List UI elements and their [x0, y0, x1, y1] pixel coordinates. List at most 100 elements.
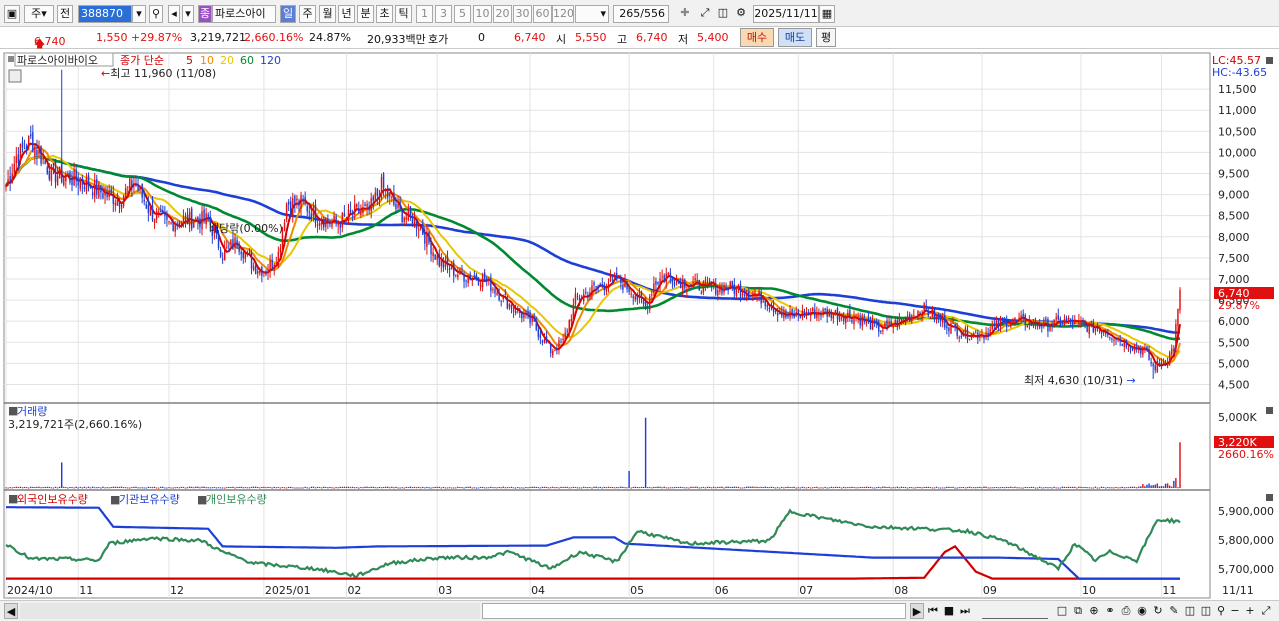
interval-week[interactable]: 주	[299, 5, 316, 23]
volume-bar	[944, 487, 946, 489]
price-chart[interactable]: 11,500 11,000 10,500 10,000 9,500 9,000 8,500 8…	[0, 49, 1279, 600]
buy-button[interactable]: 매수	[740, 28, 774, 47]
candle-body	[244, 253, 247, 259]
volume-bar	[628, 470, 630, 488]
scrollbar-track[interactable]	[20, 603, 480, 619]
minute-option-120[interactable]: 120	[552, 5, 574, 23]
candle-body	[836, 308, 839, 320]
sell-button[interactable]: 매도	[778, 28, 812, 47]
zoom-reset-icon[interactable]: ⤢	[1259, 603, 1273, 619]
last-page-icon[interactable]: ⏭	[958, 603, 972, 619]
volume-bar	[219, 487, 222, 489]
avg-button[interactable]: 평	[816, 28, 836, 47]
code-dropdown-button[interactable]: ▾	[132, 5, 146, 23]
volume-bar	[1094, 486, 1097, 488]
search-icon[interactable]: ⚲	[149, 5, 163, 23]
calculator-icon[interactable]	[8, 69, 22, 83]
volume-panel-close-icon[interactable]	[1266, 407, 1273, 414]
tool-eye-icon[interactable]: ◉	[1135, 603, 1149, 619]
volume-bar	[407, 487, 410, 489]
sound-down-icon[interactable]: ▾	[182, 5, 194, 23]
interval-year[interactable]: 년	[338, 5, 355, 23]
candle-body	[1076, 320, 1078, 322]
date-field[interactable]: 2025/11/11	[753, 5, 819, 23]
minute-option-5[interactable]: 5	[454, 5, 471, 23]
candle-body	[236, 239, 238, 247]
scroll-left-button[interactable]: ◀	[4, 603, 18, 619]
crosshair-icon[interactable]: ✚	[676, 5, 694, 23]
minute-option-30[interactable]: 30	[513, 5, 532, 23]
zoom-slider[interactable]	[982, 603, 1048, 619]
stock-code-input[interactable]: 388870	[78, 5, 132, 23]
zoom-out-icon[interactable]: −	[1229, 603, 1241, 619]
volume-bar	[589, 486, 591, 488]
candle-body	[32, 132, 34, 153]
tool-print-icon[interactable]: ⎙	[1119, 603, 1133, 619]
tool-save-icon[interactable]: ◫	[1183, 603, 1197, 619]
holdings-panel-close-icon[interactable]	[1266, 494, 1273, 501]
tool-link-icon[interactable]: ⚭	[1103, 603, 1117, 619]
price-panel-close-icon[interactable]	[1266, 57, 1273, 64]
candle-body	[762, 301, 764, 303]
volume-bar	[370, 486, 372, 488]
save-icon[interactable]: ◫	[715, 5, 731, 23]
count-field[interactable]: 265/556	[613, 5, 669, 23]
zoom-in-icon[interactable]: +	[1244, 603, 1256, 619]
candle-body	[667, 273, 670, 276]
legend-stock-name: 파로스아이바이오	[17, 54, 98, 67]
menu-icon[interactable]: ▣	[4, 5, 20, 23]
first-page-icon[interactable]: ⏮	[926, 603, 940, 619]
candle-body	[902, 318, 905, 320]
prev-button[interactable]: 전	[57, 5, 73, 23]
volume-bar	[537, 487, 540, 489]
tool-select-icon[interactable]: □	[1055, 603, 1069, 619]
volume-bar	[320, 487, 323, 489]
candle-body	[543, 338, 546, 343]
interval-tick[interactable]: 틱	[395, 5, 412, 23]
tool-save2-icon[interactable]: ◫	[1199, 603, 1213, 619]
candle-body	[1045, 318, 1047, 320]
period-select[interactable]: 주▾	[24, 5, 54, 23]
volume-bar	[403, 487, 405, 489]
candle-body	[149, 207, 152, 216]
volume-bar	[962, 486, 965, 488]
candle-body	[682, 279, 684, 291]
interval-minute[interactable]: 분	[357, 5, 374, 23]
minute-custom-select[interactable]: ▾	[575, 5, 609, 23]
minute-option-20[interactable]: 20	[493, 5, 512, 23]
speaker-icon[interactable]: ◂	[168, 5, 180, 23]
minute-option-1[interactable]: 1	[416, 5, 433, 23]
candle-body	[349, 210, 352, 213]
minute-option-60[interactable]: 60	[533, 5, 552, 23]
scrollbar-thumb[interactable]	[482, 603, 906, 619]
tool-copy-icon[interactable]: ⧉	[1071, 603, 1085, 619]
interval-second[interactable]: 초	[376, 5, 393, 23]
volume-bar	[397, 487, 399, 489]
interval-day[interactable]: 일	[280, 5, 296, 23]
volume-bar	[1047, 487, 1049, 489]
scroll-right-button[interactable]: ▶	[910, 603, 924, 619]
candle-body	[704, 279, 707, 284]
volume-bar	[873, 487, 876, 489]
interval-month[interactable]: 월	[319, 5, 336, 23]
candle-body	[296, 198, 298, 201]
volume-bar	[500, 487, 502, 489]
tool-refresh-icon[interactable]: ↻	[1151, 603, 1165, 619]
volume-bar	[669, 487, 672, 489]
volume-bar	[339, 486, 341, 488]
candle-body	[312, 206, 315, 216]
candle-body	[626, 281, 628, 290]
volume-bar	[935, 486, 938, 488]
stop-icon[interactable]: ■	[942, 603, 956, 619]
minute-option-3[interactable]: 3	[435, 5, 452, 23]
expand-icon[interactable]: ⤢	[697, 5, 713, 23]
calendar-icon[interactable]: ▦	[819, 5, 835, 23]
gear-icon[interactable]: ⚙	[733, 5, 749, 23]
candle-body	[644, 302, 647, 308]
volume-bar	[764, 486, 767, 488]
candle-body	[1038, 322, 1041, 328]
tool-zoom-icon[interactable]: ⊕	[1087, 603, 1101, 619]
magnifier-icon[interactable]: ⚲	[1215, 603, 1227, 619]
tool-edit-icon[interactable]: ✎	[1167, 603, 1181, 619]
minute-option-10[interactable]: 10	[473, 5, 492, 23]
